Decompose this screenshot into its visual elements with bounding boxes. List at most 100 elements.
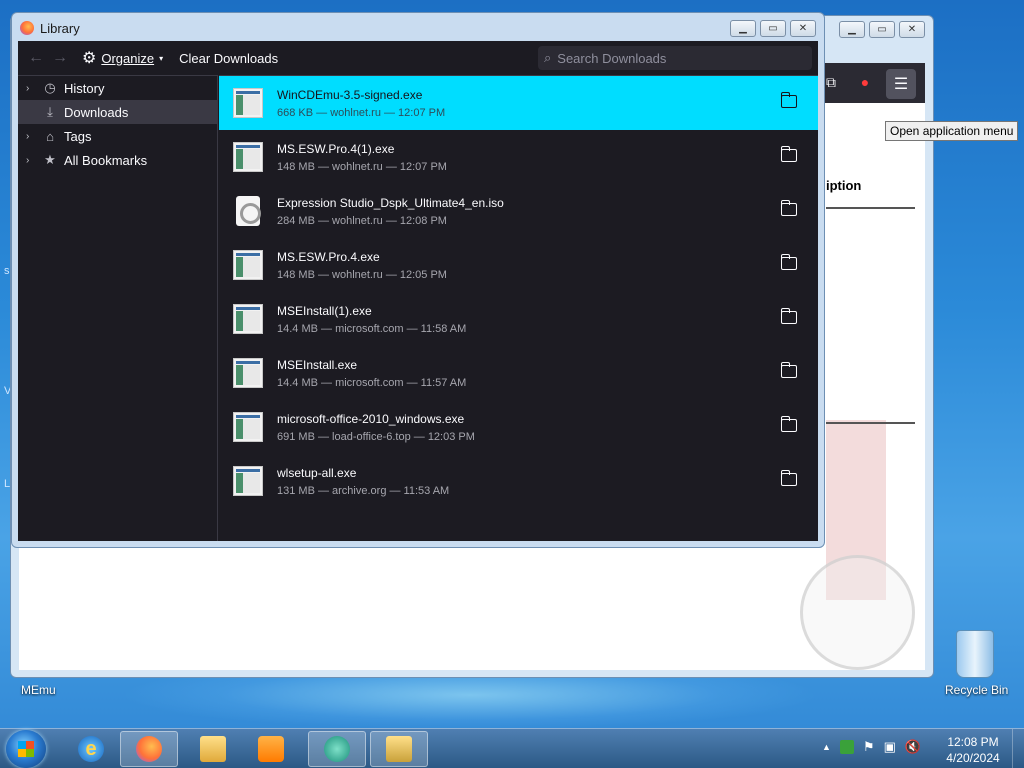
download-filename: MS.ESW.Pro.4(1).exe xyxy=(277,142,395,156)
download-row[interactable]: microsoft-office-2010_windows.exe 691 MB … xyxy=(219,400,818,454)
show-in-folder-icon[interactable] xyxy=(780,254,797,270)
show-in-folder-icon[interactable] xyxy=(780,92,797,108)
forward-arrow-icon[interactable]: → xyxy=(48,49,72,67)
download-filename: Expression Studio_Dspk_Ultimate4_en.iso xyxy=(277,196,504,210)
library-toolbar: ← → ⚙ Organize ▾ Clear Downloads ⌕ xyxy=(18,41,818,75)
executable-file-icon xyxy=(233,412,263,442)
sidebar-item-downloads[interactable]: ⤓ Downloads xyxy=(18,100,217,124)
system-tray: ▲ ⚑ ▣ 🔇 xyxy=(822,739,921,755)
download-filename: wlsetup-all.exe xyxy=(277,466,357,480)
app-menu-tooltip: Open application menu xyxy=(885,121,1019,141)
recycle-bin-icon[interactable] xyxy=(956,630,994,678)
download-icon: ⤓ xyxy=(47,104,53,119)
download-details: 148 MB — wohlnet.ru — 12:07 PM xyxy=(277,161,447,173)
download-details: 668 KB — wohlnet.ru — 12:07 PM xyxy=(277,107,446,119)
executable-file-icon xyxy=(233,250,263,280)
tag-icon: ⌂ xyxy=(46,128,54,144)
download-row[interactable]: WinCDEmu-3.5-signed.exe 668 KB — wohlnet.… xyxy=(219,76,818,130)
gear-icon: ⚙ xyxy=(82,50,97,67)
close-button[interactable]: ✕ xyxy=(790,20,816,37)
recycle-bin-label[interactable]: Recycle Bin xyxy=(945,683,1008,697)
volume-muted-icon[interactable]: 🔇 xyxy=(905,739,921,755)
library-sidebar: › ◷ History ⤓ Downloads › ⌂ Tags › ★ All Bookmarks xyxy=(18,75,218,541)
network-icon[interactable]: ▣ xyxy=(884,739,896,755)
library-titlebar[interactable]: Library xyxy=(20,18,80,38)
taskbar-media-player[interactable] xyxy=(242,731,300,767)
download-details: 148 MB — wohlnet.ru — 12:05 PM xyxy=(277,269,447,281)
ublock-icon[interactable]: ● xyxy=(856,74,874,92)
clock-icon: ◷ xyxy=(44,80,56,95)
clear-downloads-button[interactable]: Clear Downloads xyxy=(179,51,278,66)
download-row[interactable]: MSEInstall(1).exe 14.4 MB — microsoft.com… xyxy=(219,292,818,346)
bg-maximize-button[interactable]: ▭ xyxy=(869,21,895,38)
taskbar: e ▲ ⚑ ▣ 🔇 12:08 PM 4/20/2024 xyxy=(0,728,1024,768)
download-details: 131 MB — archive.org — 11:53 AM xyxy=(277,485,450,497)
minimize-button[interactable]: ▁ xyxy=(730,20,756,37)
taskbar-firefox[interactable] xyxy=(120,731,178,767)
disc-image-file-icon xyxy=(236,196,261,226)
bg-clock-image xyxy=(800,555,915,670)
executable-file-icon xyxy=(233,142,263,172)
download-row[interactable]: MS.ESW.Pro.4(1).exe 148 MB — wohlnet.ru —… xyxy=(219,130,818,184)
taskbar-explorer[interactable] xyxy=(184,731,242,767)
download-details: 14.4 MB — microsoft.com — 11:58 AM xyxy=(277,323,467,335)
download-details: 14.4 MB — microsoft.com — 11:57 AM xyxy=(277,377,467,389)
executable-file-icon xyxy=(233,88,263,118)
taskbar-ie[interactable]: e xyxy=(62,731,120,767)
library-icon xyxy=(386,736,412,762)
download-row[interactable]: wlsetup-all.exe 131 MB — archive.org — 11… xyxy=(219,454,818,508)
search-icon: ⌕ xyxy=(544,50,552,65)
taskbar-clock[interactable]: 12:08 PM 4/20/2024 xyxy=(944,734,1002,766)
show-in-folder-icon[interactable] xyxy=(780,200,797,216)
maximize-button[interactable]: ▭ xyxy=(760,20,786,37)
show-in-folder-icon[interactable] xyxy=(780,470,797,486)
organize-button[interactable]: ⚙ Organize ▾ xyxy=(82,48,163,68)
app-menu-button[interactable]: ☰ xyxy=(886,69,916,99)
show-in-folder-icon[interactable] xyxy=(780,416,797,432)
bg-close-button[interactable]: ✕ xyxy=(899,21,925,38)
show-desktop-button[interactable] xyxy=(1012,729,1024,768)
desktop-icon-memu[interactable]: MEmu xyxy=(21,683,56,697)
security-check-icon[interactable] xyxy=(839,740,854,754)
library-client: ← → ⚙ Organize ▾ Clear Downloads ⌕ › ◷ His… xyxy=(18,41,818,541)
star-icon: ★ xyxy=(44,152,56,167)
chevron-right-icon[interactable]: › xyxy=(26,155,36,166)
sidebar-item-tags[interactable]: › ⌂ Tags xyxy=(18,124,217,148)
sidebar-item-all-bookmarks[interactable]: › ★ All Bookmarks xyxy=(18,148,217,172)
download-filename: MSEInstall(1).exe xyxy=(277,304,372,318)
bg-divider xyxy=(826,422,915,424)
search-box[interactable]: ⌕ xyxy=(538,46,812,70)
desktop-edge-glyph: s xyxy=(4,265,10,277)
bg-divider xyxy=(826,207,915,209)
library-title: Library xyxy=(40,20,80,36)
download-row[interactable]: MS.ESW.Pro.4.exe 148 MB — wohlnet.ru — 12… xyxy=(219,238,818,292)
show-in-folder-icon[interactable] xyxy=(780,146,797,162)
downloads-list: WinCDEmu-3.5-signed.exe 668 KB — wohlnet.… xyxy=(219,75,818,541)
download-row[interactable]: Expression Studio_Dspk_Ultimate4_en.iso 2… xyxy=(219,184,818,238)
download-filename: WinCDEmu-3.5-signed.exe xyxy=(277,88,423,102)
organize-label: Organize xyxy=(101,50,155,66)
library-window[interactable]: Library ▁ ▭ ✕ ← → ⚙ Organize ▾ Clear Dow… xyxy=(11,12,825,548)
search-input[interactable] xyxy=(557,50,788,66)
bg-minimize-button[interactable]: ▁ xyxy=(839,21,865,38)
back-arrow-icon[interactable]: ← xyxy=(24,49,48,67)
executable-file-icon xyxy=(233,358,263,388)
taskbar-library[interactable] xyxy=(370,731,428,767)
internet-explorer-icon: e xyxy=(78,736,104,762)
taskbar-memu[interactable] xyxy=(308,731,366,767)
chevron-right-icon[interactable]: › xyxy=(26,83,36,94)
chevron-down-icon: ▾ xyxy=(159,53,164,63)
download-details: 284 MB — wohlnet.ru — 12:08 PM xyxy=(277,215,447,227)
firefox-icon xyxy=(136,736,162,762)
action-center-flag-icon[interactable]: ⚑ xyxy=(863,739,875,755)
bg-heading-fragment: iption xyxy=(826,178,862,193)
start-button[interactable] xyxy=(6,730,46,768)
download-filename: MS.ESW.Pro.4.exe xyxy=(277,250,380,264)
download-row[interactable]: MSEInstall.exe 14.4 MB — microsoft.com — … xyxy=(219,346,818,400)
chevron-right-icon[interactable]: › xyxy=(26,131,36,142)
clock-date: 4/20/2024 xyxy=(946,751,1000,765)
show-in-folder-icon[interactable] xyxy=(780,308,797,324)
show-in-folder-icon[interactable] xyxy=(780,362,797,378)
sidebar-item-history[interactable]: › ◷ History xyxy=(18,76,217,100)
tray-expand-icon[interactable]: ▲ xyxy=(822,742,831,752)
